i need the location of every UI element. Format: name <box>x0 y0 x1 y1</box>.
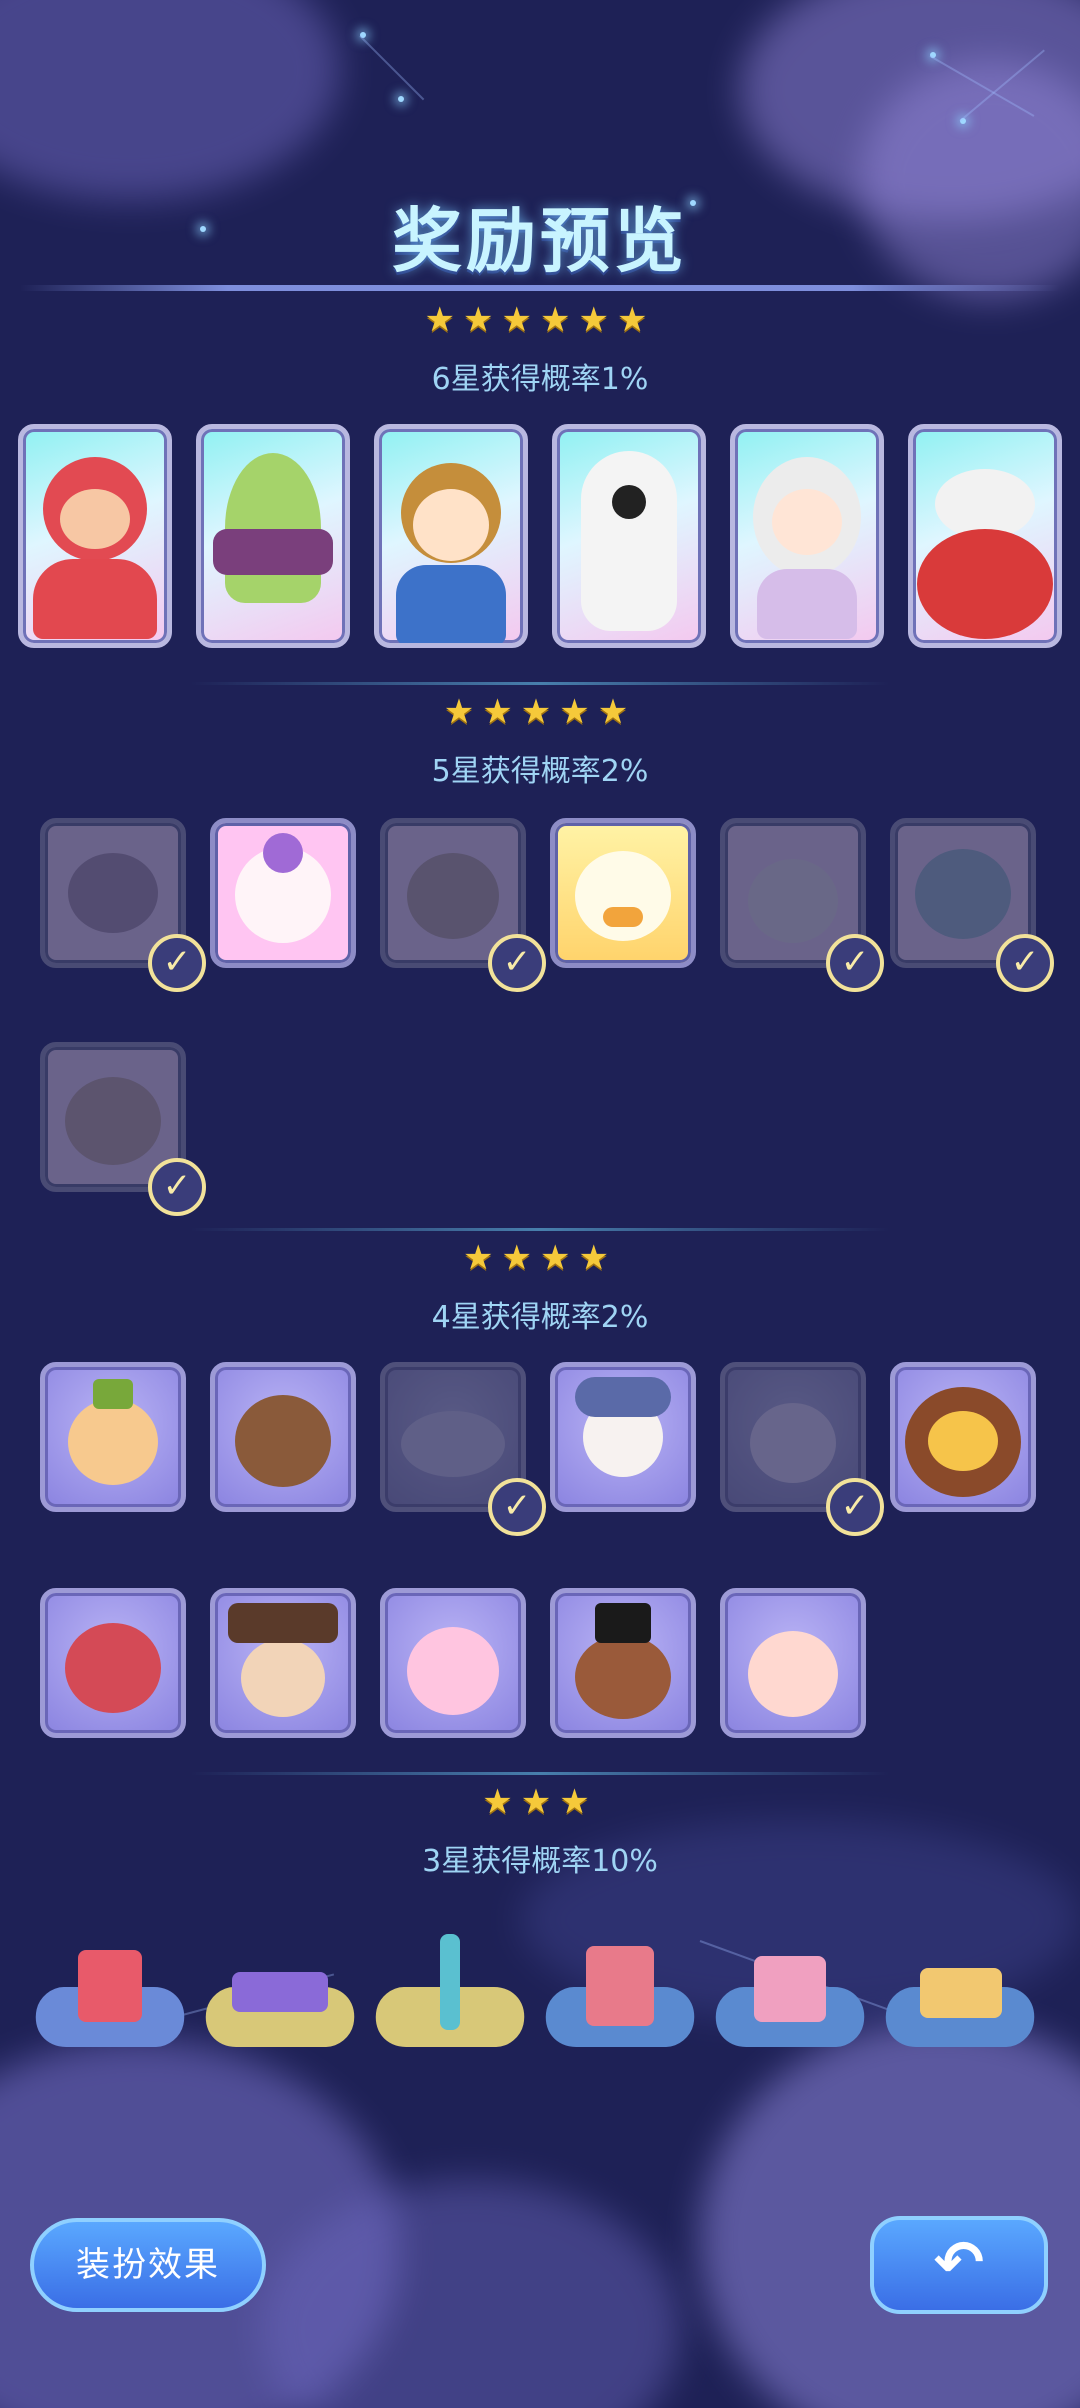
page-title: 奖励预览 <box>392 200 688 282</box>
owned-check-icon: ✓ <box>996 934 1054 992</box>
owned-check-icon: ✓ <box>488 934 546 992</box>
owned-check-icon: ✓ <box>826 1478 884 1536</box>
five-star-rating: ★★★★★ <box>443 692 637 732</box>
reward-card-duck[interactable] <box>550 818 696 968</box>
reward-card-silver-hair-girl[interactable] <box>730 424 884 648</box>
reward-card-cow[interactable] <box>210 1362 356 1512</box>
three-star-probability: 3星获得概率10% <box>422 1844 658 1879</box>
reward-card-unicorn[interactable] <box>210 818 356 968</box>
four-star-rating: ★★★★ <box>463 1238 617 1278</box>
reward-item-drop-tower[interactable] <box>368 1932 532 2052</box>
owned-check-icon: ✓ <box>488 1478 546 1536</box>
four-star-probability: 4星获得概率2% <box>431 1300 649 1335</box>
tier-divider <box>190 1772 890 1775</box>
six-star-probability: 6星获得概率1% <box>431 362 649 397</box>
owned-check-icon: ✓ <box>148 934 206 992</box>
dress-up-effect-button[interactable]: 装扮效果 <box>30 2218 266 2312</box>
reward-item-slide[interactable] <box>878 1932 1042 2052</box>
three-star-rating: ★★★ <box>482 1782 598 1822</box>
reward-card-owl-top-hat[interactable] <box>550 1588 696 1738</box>
reward-item-roller-coaster[interactable] <box>198 1932 362 2052</box>
reward-card-steampunk-fairy[interactable] <box>550 1362 696 1512</box>
reward-card-elf-deer[interactable] <box>40 1362 186 1512</box>
reward-card-apple-sleeper[interactable] <box>908 424 1062 648</box>
reward-item-circus-tent[interactable] <box>28 1932 192 2052</box>
owned-check-icon: ✓ <box>148 1158 206 1216</box>
reward-card-red-hoodie-cat[interactable] <box>18 424 172 648</box>
reward-card-blonde-child[interactable] <box>374 424 528 648</box>
back-button[interactable]: ↶ <box>870 2216 1048 2314</box>
reward-card-antler-boy[interactable] <box>210 1588 356 1738</box>
five-star-probability: 5星获得概率2% <box>431 754 649 789</box>
reward-card-clown-bunny[interactable] <box>720 1588 866 1738</box>
reward-card-red-cat[interactable] <box>40 1588 186 1738</box>
tier-divider <box>190 1228 890 1231</box>
owned-check-icon: ✓ <box>826 934 884 992</box>
reward-item-pink-shop[interactable] <box>538 1932 702 2052</box>
reward-card-pink-rabbit[interactable] <box>380 1588 526 1738</box>
reward-card-white-ghost-mask[interactable] <box>552 424 706 648</box>
reward-card-brown-hair-girl[interactable] <box>890 1362 1036 1512</box>
six-star-rating: ★★★★★★ <box>424 300 656 340</box>
reward-item-strawberry-stall[interactable] <box>708 1932 872 2052</box>
title-underline <box>20 285 1060 291</box>
undo-icon: ↶ <box>933 2228 985 2298</box>
reward-card-green-hood-scarf[interactable] <box>196 424 350 648</box>
tier-divider <box>190 682 890 685</box>
